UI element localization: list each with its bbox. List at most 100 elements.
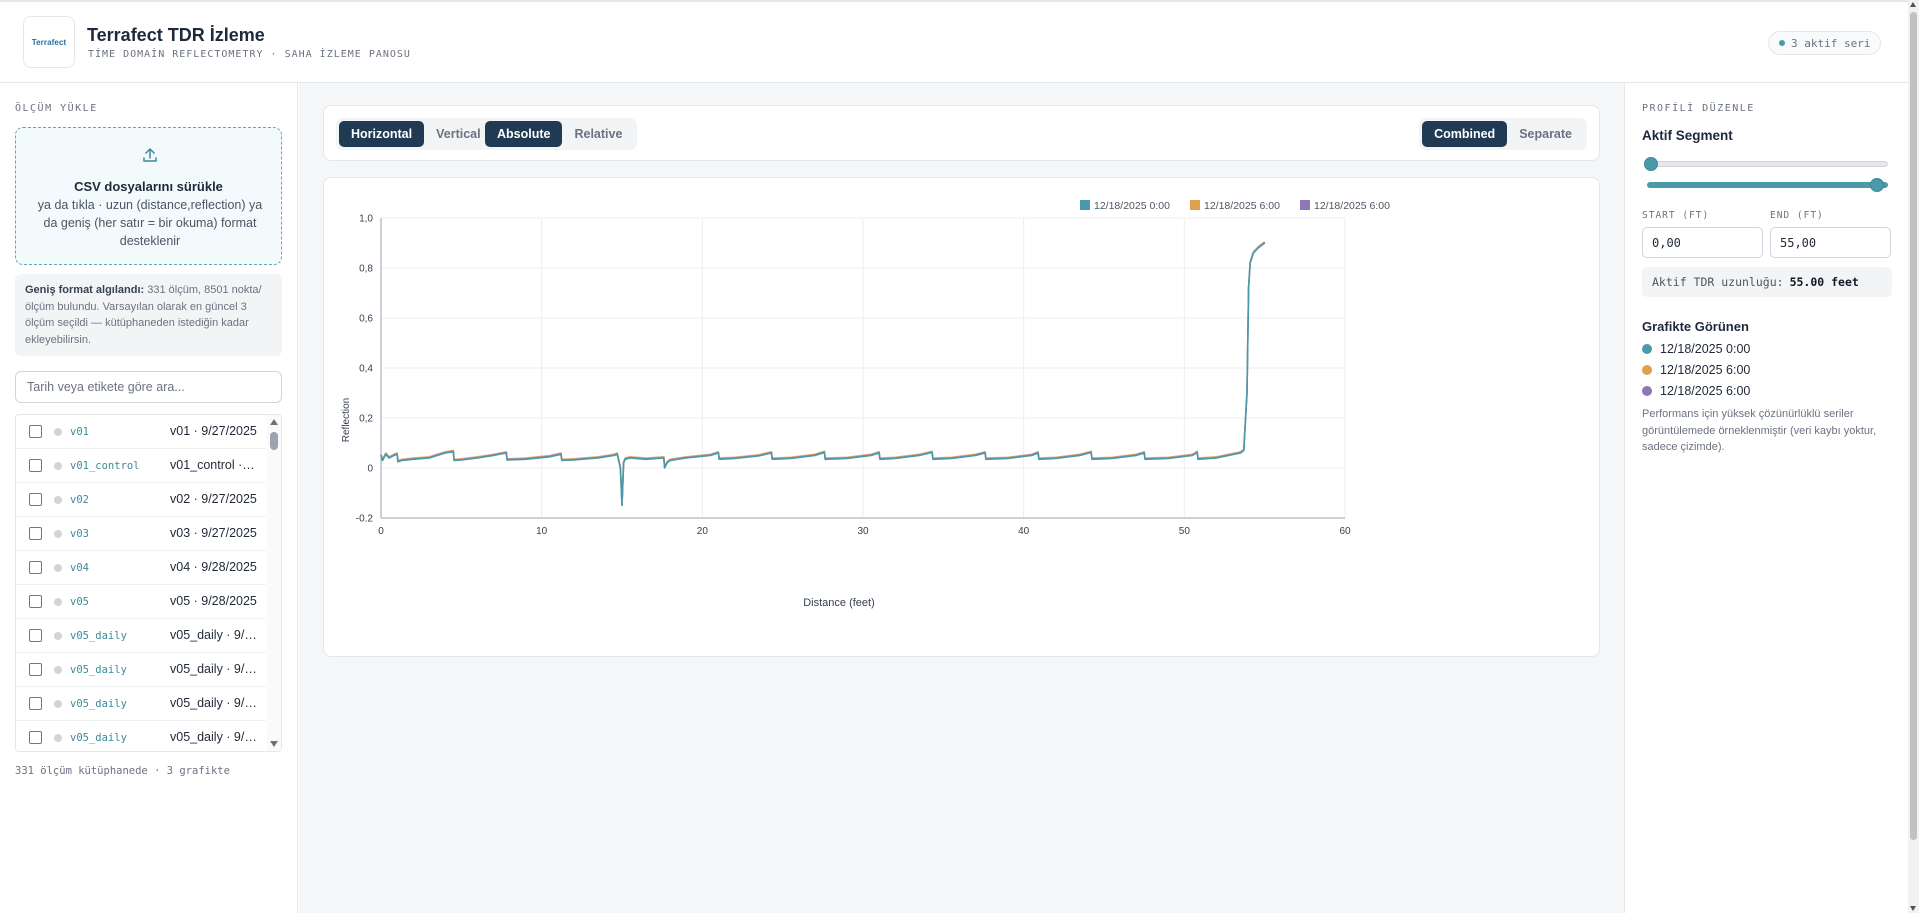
list-item[interactable]: v03 v03 · 9/27/2025 [16,517,266,551]
x-tick-label: 0 [378,526,384,537]
item-label: v02 [70,494,89,506]
scroll-down-icon[interactable] [270,741,278,747]
list-scrollbar-thumb[interactable] [270,432,278,450]
series-line[interactable] [380,241,1266,506]
search-input[interactable] [15,371,282,403]
select-checkbox[interactable] [29,425,42,438]
select-checkbox[interactable] [29,629,42,642]
select-checkbox[interactable] [29,595,42,608]
active-series-count: 3 aktif seri [1791,36,1871,50]
select-checkbox[interactable] [29,493,42,506]
list-item[interactable]: v04 v04 · 9/28/2025 [16,551,266,585]
select-checkbox[interactable] [29,731,42,744]
item-label: v04 [70,562,89,574]
combined-button[interactable]: Combined [1422,121,1508,147]
legend-item[interactable]: 12/18/2025 6:00 [1300,200,1390,212]
list-item[interactable]: v05_daily v05_daily · 9/28/2025 [16,687,266,721]
segment-end-slider[interactable] [1647,178,1888,192]
dropzone-title: CSV dosyalarını sürükle [74,179,223,194]
app-subtitle: TİME DOMAİN REFLECTOMETRY · SAHA İZLEME … [88,49,411,60]
y-tick-label: 0,8 [359,264,373,275]
select-checkbox[interactable] [29,663,42,676]
legend-item[interactable]: 12/18/2025 6:00 [1190,200,1280,212]
status-dot-icon [54,564,62,572]
measurement-list[interactable]: v01 v01 · 9/27/2025 v01_control v01_control… [15,414,282,752]
item-description: v02 · 9/27/2025 [170,492,257,506]
segment-end-handle[interactable] [1870,178,1884,192]
left-sidebar: ÖLÇÜM YÜKLE CSV dosyalarını sürükle ya d… [0,83,298,913]
right-panel: PROFİLİ DÜZENLE Aktif Segment START (FT)… [1624,83,1908,913]
list-item[interactable]: v05_daily v05_daily · 9/28/2025 [16,619,266,653]
series-color-dot [1642,386,1652,396]
list-scrollbar[interactable] [267,415,281,751]
status-dot-icon [54,428,62,436]
legend-item[interactable]: 12/18/2025 0:00 [1080,200,1170,212]
chart-card: 0 10 20 30 40 50 60 -0.2 0 0,2 0,4 0,6 0,8 1,0 12/18/… [323,177,1600,657]
item-label: v05_daily [70,630,127,642]
series-line[interactable] [380,242,1266,507]
select-checkbox[interactable] [29,697,42,710]
series-color-dot [1642,365,1652,375]
status-dot-icon [54,632,62,640]
status-dot-icon [54,598,62,606]
segment-start-slider[interactable] [1644,157,1888,171]
series-line[interactable] [380,241,1266,506]
dropzone-text: ya da tıkla · uzun (distance,reflection)… [37,198,263,248]
item-description: v03 · 9/27/2025 [170,526,257,540]
separate-button[interactable]: Separate [1507,121,1584,147]
select-checkbox[interactable] [29,527,42,540]
active-segment-title: Aktif Segment [1642,128,1733,143]
item-label: v03 [70,528,89,540]
page-scroll-down-icon[interactable] [1910,906,1916,911]
y-tick-label: 0,6 [359,314,373,325]
select-checkbox[interactable] [29,459,42,472]
select-checkbox[interactable] [29,561,42,574]
list-item[interactable]: v05 v05 · 9/28/2025 [16,585,266,619]
item-label: v05_daily [70,732,127,744]
end-label: END (FT) [1770,210,1824,221]
legend-swatch [1080,200,1090,210]
list-item[interactable]: v02 v02 · 9/27/2025 [16,483,266,517]
visible-series-name: 12/18/2025 0:00 [1660,342,1751,356]
status-dot-icon [1779,40,1785,46]
relative-button[interactable]: Relative [562,121,634,147]
start-input[interactable] [1642,227,1763,258]
end-input[interactable] [1770,227,1891,258]
item-label: v01_control [70,460,140,472]
scale-toggle: Absolute Relative [482,118,638,150]
library-count: 331 ölçüm kütüphanede · 3 grafikte [15,765,230,777]
absolute-button[interactable]: Absolute [485,121,563,147]
series-color-dot [1642,344,1652,354]
list-item[interactable]: v01 v01 · 9/27/2025 [16,415,266,449]
item-description: v01 · 9/27/2025 [170,424,257,438]
list-item[interactable]: v01_control v01_control · 9/27/2025 [16,449,266,483]
legend-swatch [1300,200,1310,210]
page-scroll-up-icon[interactable] [1910,2,1916,7]
visible-series-name: 12/18/2025 6:00 [1660,384,1751,398]
list-item[interactable]: v05_daily v05_daily · 9/28/2025 [16,653,266,687]
legend-swatch [1190,200,1200,210]
chart-axes: 0 10 20 30 40 50 60 -0.2 0 0,2 0,4 0,6 0,8 1,0 [356,214,1351,538]
x-axis-label: Distance (feet) [803,597,875,609]
app-header: Terrafect Terrafect TDR İzleme TİME DOMA… [0,2,1908,83]
scroll-up-icon[interactable] [270,419,278,425]
visible-series-item: 12/18/2025 0:00 [1642,340,1750,358]
horizontal-button[interactable]: Horizontal [339,121,425,147]
status-dot-icon [54,734,62,742]
item-description: v05_daily · 9/28/2025 [170,628,258,642]
page-scrollbar[interactable] [1908,0,1919,913]
segment-start-handle[interactable] [1644,157,1658,171]
x-tick-label: 20 [697,526,709,537]
chart-legend[interactable]: 12/18/2025 0:00 12/18/2025 6:00 12/18/2025… [1080,200,1390,212]
csv-dropzone[interactable]: CSV dosyalarını sürükle ya da tıkla · uz… [15,127,282,265]
page-scrollbar-thumb[interactable] [1910,12,1917,840]
tdr-chart[interactable]: 0 10 20 30 40 50 60 -0.2 0 0,2 0,4 0,6 0,8 1,0 12/18/… [324,178,1601,658]
y-tick-label: 0 [367,464,373,475]
app-title: Terrafect TDR İzleme [87,25,265,45]
main-content: Horizontal Vertical Absolute Relative Co… [299,83,1624,913]
x-tick-label: 40 [1018,526,1030,537]
x-tick-label: 60 [1339,526,1351,537]
tdr-length-display: Aktif TDR uzunluğu: 55.00 feet [1642,267,1892,297]
tdr-length-value: 55.00 feet [1789,275,1859,289]
list-item[interactable]: v05_daily v05_daily · 9/28/2025 [16,721,266,751]
